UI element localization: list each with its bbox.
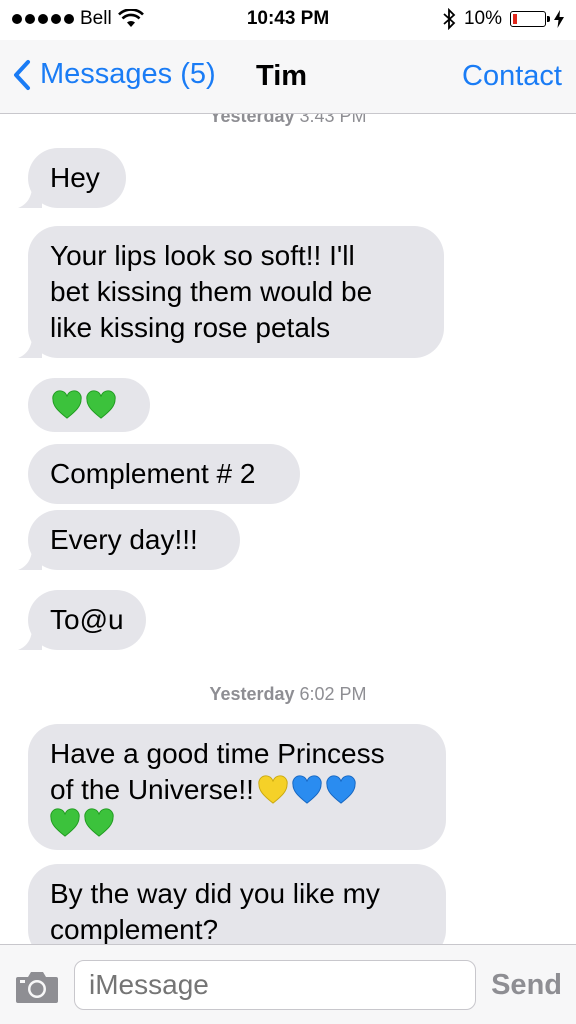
battery-icon <box>510 11 550 27</box>
message-text-line: complement? <box>50 914 219 944</box>
navigation-bar: Messages (5) Tim Contact <box>0 40 576 114</box>
green-heart-icon <box>84 808 114 837</box>
message-bubble[interactable]: By the way did you like my complement? <box>28 864 446 944</box>
message-text-line: of the Universe!! <box>50 772 424 808</box>
message-text: To@u <box>50 604 124 635</box>
back-button[interactable]: Messages (5) <box>12 58 216 91</box>
messages-screen: Bell 10:43 PM 10% Messages (5) Tim Conta… <box>0 0 576 1024</box>
timestamp: Yesterday 3:43 PM <box>0 114 576 127</box>
green-heart-icon <box>52 390 82 419</box>
emoji-row <box>50 808 424 838</box>
bubble-tail <box>18 186 42 208</box>
timestamp-day: Yesterday <box>209 684 295 704</box>
message-text-line: bet kissing them would be <box>50 276 373 307</box>
message-text: Complement # 2 <box>50 458 256 489</box>
timestamp-time: 3:43 PM <box>299 114 367 126</box>
battery-fill <box>513 14 517 24</box>
green-heart-icon <box>50 808 80 837</box>
message-bubble[interactable] <box>28 378 150 432</box>
blue-heart-icon <box>326 775 356 804</box>
message-text: Every day!!! <box>50 524 198 555</box>
compose-bar: Send <box>0 944 576 1024</box>
message-text-line: By the way did you like my <box>50 878 380 909</box>
bubble-tail <box>18 628 42 650</box>
emoji-row <box>52 390 126 420</box>
message-input[interactable] <box>74 960 476 1010</box>
chevron-left-icon <box>14 59 30 90</box>
message-text-line: like kissing rose petals <box>50 312 331 343</box>
camera-icon[interactable] <box>14 969 60 1005</box>
message-text-line: Have a good time Princess <box>50 738 385 769</box>
conversation-title: Tim <box>256 60 308 92</box>
message-bubble[interactable]: To@u <box>18 590 146 650</box>
message-bubble[interactable]: Hey <box>18 148 126 208</box>
message-text: Hey <box>50 162 100 193</box>
timestamp-day: Yesterday <box>209 114 295 126</box>
back-label: Messages (5) <box>40 58 216 90</box>
timestamp-time: 6:02 PM <box>299 684 367 704</box>
message-list[interactable]: Yesterday 3:43 PM Hey Your lips look so … <box>0 114 576 944</box>
status-right: 10% <box>442 8 564 30</box>
yellow-heart-icon <box>258 775 288 804</box>
battery-percent: 10% <box>463 8 502 29</box>
blue-heart-icon <box>292 775 322 804</box>
green-heart-icon <box>86 390 116 419</box>
send-button[interactable]: Send <box>491 969 562 1002</box>
message-text: of the Universe!! <box>50 774 254 805</box>
message-bubble[interactable]: Complement # 2 <box>28 444 300 504</box>
message-bubble[interactable]: Your lips look so soft!! I'll bet kissin… <box>18 226 444 358</box>
message-text-line: Your lips look so soft!! I'll <box>50 240 355 271</box>
charging-icon <box>554 10 564 28</box>
bluetooth-icon <box>443 8 456 30</box>
timestamp: Yesterday 6:02 PM <box>0 684 576 705</box>
bubble-tail <box>18 336 42 358</box>
bubble-tail <box>18 548 42 570</box>
contact-button[interactable]: Contact <box>462 60 562 93</box>
message-bubble[interactable]: Have a good time Princess of the Univers… <box>28 724 446 850</box>
message-bubble[interactable]: Every day!!! <box>18 510 240 570</box>
status-bar: Bell 10:43 PM 10% <box>0 0 576 40</box>
